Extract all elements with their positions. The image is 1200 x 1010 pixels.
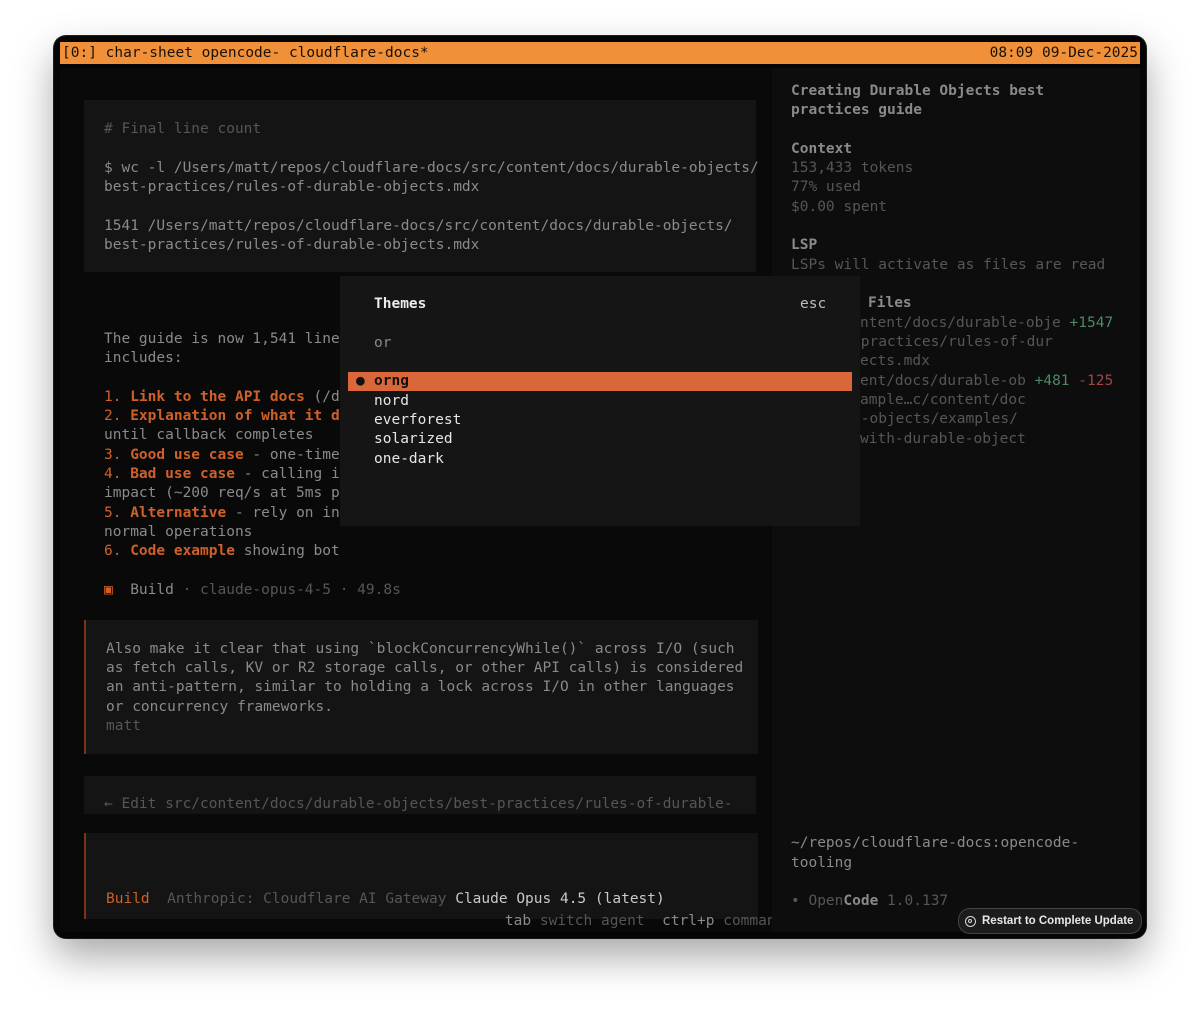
tool-output-block: # Final line count $ wc -l /Users/matt/r…: [84, 100, 759, 272]
user-message: Also make it clear that using `blockConc…: [84, 620, 758, 754]
dialog-title: Themes: [374, 296, 427, 312]
message-line: an anti-pattern, similar to holding a lo…: [106, 679, 735, 695]
list-item: 1. Link to the API docs (/d: [104, 389, 340, 405]
agent-label[interactable]: Build: [106, 891, 150, 907]
tool-comment: # Final line count: [104, 121, 262, 137]
list-item: 3. Good use case - one-time: [104, 447, 340, 463]
cost-spent: $0.00 spent: [791, 199, 888, 215]
theme-option-solarized[interactable]: solarized: [374, 430, 453, 449]
list-item: until callback completes: [104, 427, 314, 443]
list-item: impact (~200 req/s at 5ms p: [104, 485, 340, 501]
dialog-close-esc[interactable]: esc: [800, 295, 826, 314]
file-item: ample…c/content/doc: [860, 392, 1026, 408]
provider-label: Anthropic: Cloudflare AI Gateway: [167, 891, 447, 907]
message-line: or concurrency frameworks.: [106, 699, 333, 715]
selected-bullet-icon: ●: [356, 373, 365, 389]
file-item: with-durable-object: [860, 431, 1026, 447]
tab-key: tab: [504, 913, 532, 930]
list-item: 6. Code example showing bot: [104, 543, 340, 559]
session-title: Creating Durable Objects best: [791, 83, 1045, 99]
context-header: Context: [791, 141, 853, 157]
session-title: practices guide: [791, 102, 922, 118]
token-count: 153,433 tokens: [791, 160, 914, 176]
theme-search-input[interactable]: or: [374, 334, 391, 353]
tool-output-line: best-practices/rules-of-durable-objects.…: [104, 237, 480, 253]
build-status: ▣ Build · claude-opus-4-5 · 49.8s: [104, 582, 401, 598]
file-item: -practices/rules-of-dur: [852, 334, 1053, 350]
message-line: Also make it clear that using `blockConc…: [106, 641, 735, 657]
lsp-header: LSP: [791, 237, 818, 253]
working-directory: ~/repos/cloudflare-docs:opencode-: [791, 835, 1080, 851]
restart-update-button[interactable]: Restart to Complete Update: [958, 908, 1143, 934]
tmux-status-bar: [0:] char-sheet opencode- cloudflare-doc…: [60, 42, 1140, 64]
message-line: as fetch calls, KV or R2 storage calls, …: [106, 660, 744, 676]
theme-picker-dialog[interactable]: Themes esc or ● orng nord everforest sol…: [340, 276, 860, 526]
context-used: 77% used: [791, 179, 861, 195]
list-item: 2. Explanation of what it d: [104, 408, 340, 424]
file-item: ects.mdx: [860, 353, 930, 369]
file-item[interactable]: ent/docs/durable-ob +481 -125: [860, 372, 1113, 391]
build-icon: ▣: [104, 582, 113, 598]
tool-output-line: 1541 /Users/matt/repos/cloudflare-docs/s…: [104, 218, 733, 234]
selected-row-highlight: [348, 372, 852, 391]
theme-option-everforest[interactable]: everforest: [374, 411, 461, 430]
edit-tool-line: ← Edit src/content/docs/durable-objects/…: [104, 796, 733, 812]
tool-command-line: best-practices/rules-of-durable-objects.…: [104, 179, 480, 195]
lsp-status: LSPs will activate as files are read: [791, 257, 1106, 273]
tool-command-line: $ wc -l /Users/matt/repos/cloudflare-doc…: [104, 160, 759, 176]
tmux-session-list[interactable]: [0:] char-sheet opencode- cloudflare-doc…: [60, 42, 431, 64]
list-item: normal operations: [104, 524, 253, 540]
working-directory: tooling: [791, 855, 853, 871]
edit-tool-block[interactable]: ← Edit src/content/docs/durable-objects/…: [84, 776, 756, 814]
list-item: 5. Alternative - rely on in: [104, 505, 340, 521]
list-item: 4. Bad use case - calling i: [104, 466, 340, 482]
theme-option-nord[interactable]: nord: [374, 392, 409, 411]
summary-line: includes:: [104, 350, 183, 366]
summary-line: The guide is now 1,541 line: [104, 331, 340, 347]
keybind-hints: tab switch agent ctrl+p commands: [504, 913, 794, 930]
message-author: matt: [106, 718, 141, 734]
theme-option-orng[interactable]: orng: [374, 372, 409, 391]
restart-update-label: Restart to Complete Update: [982, 915, 1134, 927]
tmux-clock: 08:09 09-Dec-2025: [989, 45, 1138, 61]
theme-option-one-dark[interactable]: one-dark: [374, 450, 444, 469]
update-ring-icon: [965, 915, 976, 927]
file-item: e-objects/examples/: [852, 411, 1018, 427]
file-item[interactable]: ntent/docs/durable-obje +1547: [860, 314, 1113, 333]
ctrl-p-key: ctrl+p: [662, 913, 715, 930]
files-header: Files: [868, 295, 912, 311]
app-version: • OpenCode 1.0.137: [791, 893, 949, 909]
